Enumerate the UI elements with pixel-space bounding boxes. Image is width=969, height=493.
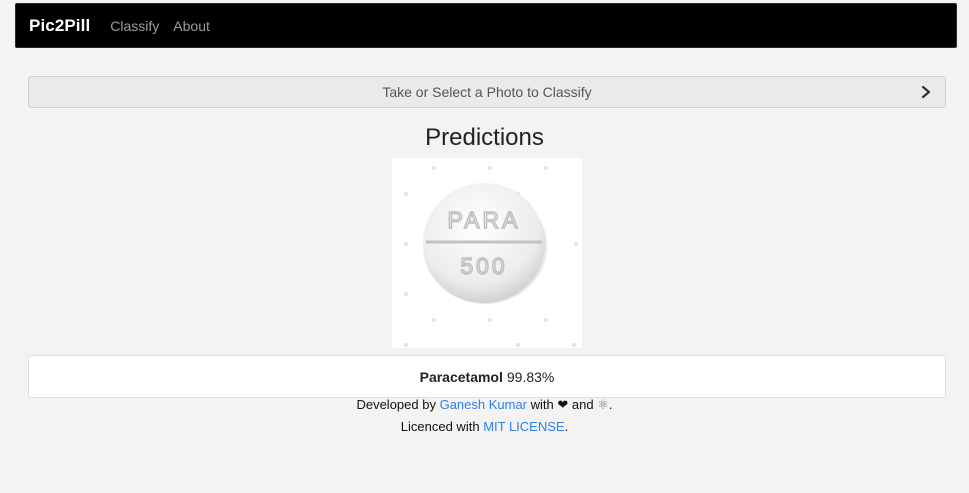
- prediction-result: Paracetamol 99.83%: [28, 355, 946, 398]
- pill-illustration: PARA 500: [392, 158, 582, 348]
- take-photo-button[interactable]: Take or Select a Photo to Classify: [28, 76, 946, 108]
- footer-licence: Licenced with MIT LICENSE.: [0, 419, 969, 434]
- react-icon: ⚛: [597, 397, 609, 412]
- nav-link-classify[interactable]: Classify: [110, 18, 159, 34]
- heart-icon: ❤: [557, 397, 569, 412]
- footer-developed: Developed by Ganesh Kumar with ❤ and ⚛.: [0, 397, 969, 413]
- prediction-confidence: 99.83%: [506, 368, 555, 385]
- and-text: and: [571, 397, 594, 412]
- licence-prefix: Licenced with: [400, 419, 480, 434]
- footer-period: .: [608, 397, 613, 412]
- nav-link-about[interactable]: About: [173, 18, 210, 34]
- pill-photo: PARA 500: [392, 158, 582, 348]
- take-photo-label: Take or Select a Photo to Classify: [382, 84, 592, 100]
- developed-prefix: Developed by: [356, 397, 436, 412]
- chevron-right-icon: [921, 85, 931, 99]
- license-link[interactable]: MIT LICENSE: [483, 419, 564, 434]
- top-navbar: Pic2Pill Classify About: [15, 3, 957, 48]
- pill-imprint-top: PARA: [448, 207, 521, 233]
- pill-imprint-bottom: 500: [460, 253, 507, 279]
- brand-logo[interactable]: Pic2Pill: [29, 16, 90, 36]
- predictions-title: Predictions: [425, 124, 544, 151]
- with-text: with: [530, 397, 554, 412]
- prediction-name: Paracetamol: [419, 368, 503, 385]
- developer-link[interactable]: Ganesh Kumar: [440, 397, 527, 412]
- licence-period: .: [564, 419, 569, 434]
